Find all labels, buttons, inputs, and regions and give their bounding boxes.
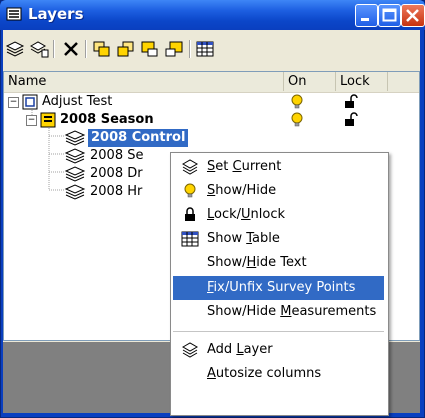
- bulb-icon: [181, 183, 199, 199]
- minimize-icon: [361, 18, 369, 21]
- menu-item-fix-unfix-survey-points[interactable]: Fix/Unfix Survey Points: [173, 276, 384, 300]
- context-menu: Set Current Show/Hide Lock/Unlock Show T…: [170, 152, 389, 416]
- maximize-icon: [382, 8, 397, 22]
- layer-stack-icon[interactable]: [5, 40, 25, 58]
- move-top-icon[interactable]: [140, 40, 160, 58]
- table-icon: [181, 231, 199, 247]
- layer-name: 2008 Season: [60, 112, 154, 127]
- move-down-icon[interactable]: [116, 40, 136, 58]
- collapse-toggle[interactable]: −: [26, 115, 37, 126]
- window-title: Layers: [28, 5, 84, 23]
- layer-name: Adjust Test: [42, 94, 113, 109]
- toolbar-separator: [85, 40, 87, 58]
- close-icon: [406, 9, 419, 22]
- layer-properties-icon[interactable]: [29, 40, 49, 58]
- layers-icon: [6, 7, 23, 22]
- layer-name: 2008 Dr: [90, 166, 143, 181]
- toolbar-separator: [189, 40, 191, 58]
- add-layer-icon: [181, 342, 199, 358]
- toolbar-separator: [53, 40, 55, 58]
- menu-item-autosize-columns[interactable]: Autosize columns: [173, 362, 384, 386]
- move-up-icon[interactable]: [92, 40, 112, 58]
- menu-item-show-hide-measurements[interactable]: Show/Hide Measurements: [173, 300, 384, 324]
- minimize-button[interactable]: [355, 4, 378, 27]
- menu-item-add-layer[interactable]: Add Layer: [173, 338, 384, 362]
- layer-row[interactable]: − Adjust Test: [6, 93, 416, 111]
- table-icon[interactable]: [195, 40, 215, 58]
- collapse-toggle[interactable]: −: [8, 97, 19, 108]
- layer-name: 2008 Se: [90, 148, 144, 163]
- column-header-on[interactable]: On: [284, 72, 336, 91]
- menu-separator: [173, 331, 384, 332]
- maximize-button[interactable]: [378, 4, 401, 27]
- close-button[interactable]: [401, 4, 425, 27]
- layer-icon: [64, 184, 86, 206]
- layers-icon: [181, 159, 199, 175]
- menu-item-set-current[interactable]: Set Current: [173, 155, 384, 179]
- lock-icon: [181, 207, 199, 223]
- layer-name: 2008 Control: [88, 129, 189, 147]
- title-bar[interactable]: Layers: [0, 0, 425, 30]
- menu-item-show-hide-text[interactable]: Show/Hide Text: [173, 251, 384, 275]
- move-bottom-icon[interactable]: [164, 40, 184, 58]
- delete-icon[interactable]: [61, 40, 81, 58]
- layer-row-selected[interactable]: 2008 Control: [6, 129, 416, 147]
- layer-row[interactable]: − 2008 Season: [6, 111, 416, 129]
- toolbar: [3, 30, 420, 70]
- menu-item-show-table[interactable]: Show Table: [173, 227, 384, 251]
- menu-item-lock-unlock[interactable]: Lock/Unlock: [173, 203, 384, 227]
- menu-item-show-hide[interactable]: Show/Hide: [173, 179, 384, 203]
- column-header-lock[interactable]: Lock: [336, 72, 388, 91]
- layer-name: 2008 Hr: [90, 184, 143, 199]
